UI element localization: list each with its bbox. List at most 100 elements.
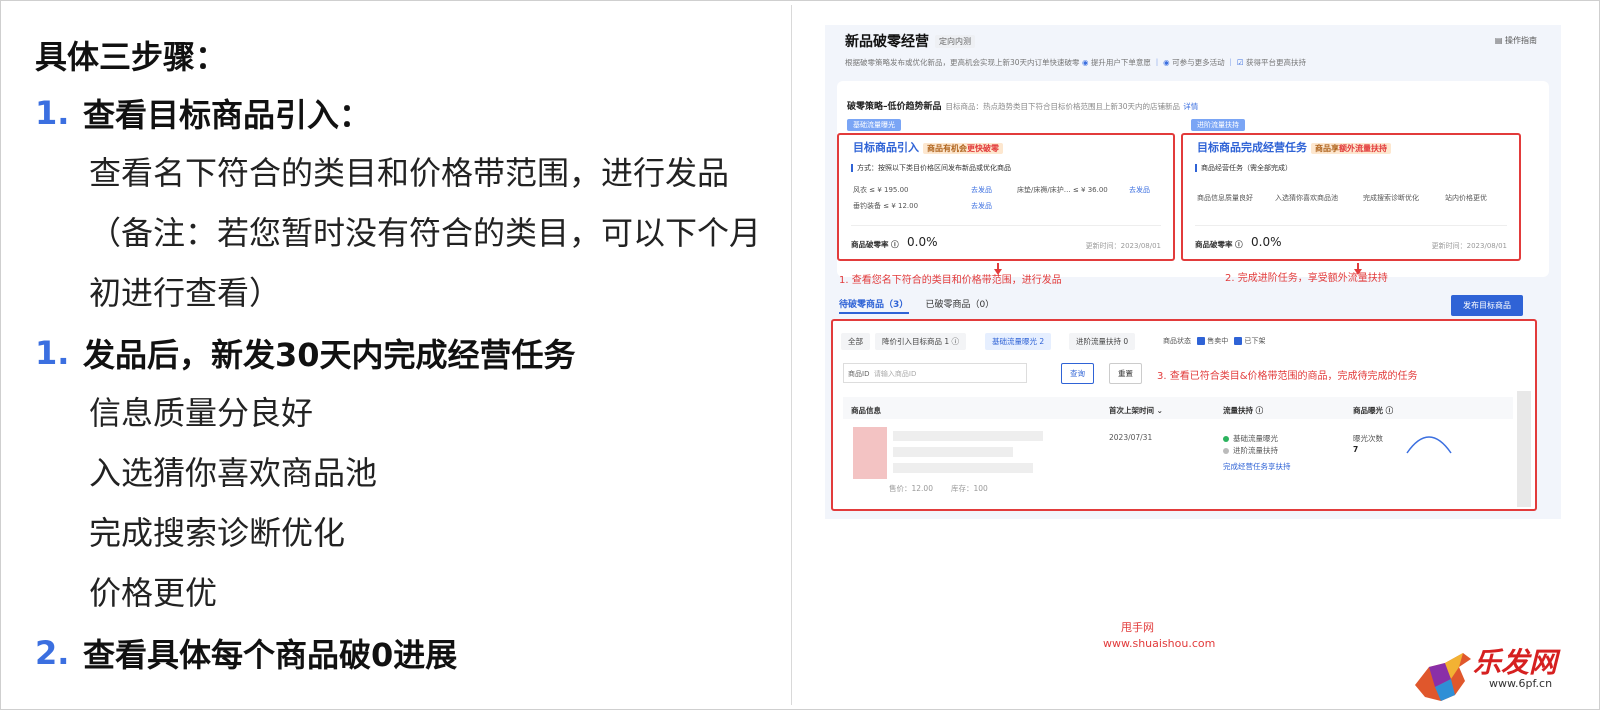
user-icon: ◉ bbox=[1081, 58, 1091, 67]
th-exposure: 商品曝光 ⓘ bbox=[1353, 406, 1394, 415]
chip-advanced-support[interactable]: 进阶流量扶持 0 bbox=[1069, 333, 1136, 350]
step-2-number: 1. bbox=[35, 334, 70, 372]
category-row: 床垫/床褥/床护… ≤ ¥ 36.00 bbox=[1017, 186, 1108, 194]
divider-line bbox=[851, 225, 1161, 226]
publish-target-button[interactable]: 发布目标商品 bbox=[1451, 295, 1523, 316]
doc-icon: ▤ bbox=[1494, 36, 1505, 45]
task-label: 入选猜你喜欢商品池 bbox=[1275, 194, 1338, 202]
listed-date: 2023/07/31 bbox=[1109, 433, 1153, 442]
exposure-value: 7 bbox=[1353, 445, 1359, 454]
active-tab-indicator bbox=[839, 312, 909, 314]
table-header-bg bbox=[843, 397, 1513, 419]
flow-advanced: 进阶流量扶持 bbox=[1223, 445, 1278, 456]
status-filter: 商品状态 售卖中 已下架 bbox=[1163, 337, 1266, 345]
target-product-title: 目标商品引入 商品有机会更快破零 bbox=[853, 139, 1003, 155]
checkbox-off-shelf[interactable] bbox=[1234, 337, 1243, 345]
rate-label: 商品破零率 ⓘ bbox=[851, 240, 899, 249]
check-icon: ｜ ☑ bbox=[1226, 58, 1246, 67]
method-line: 方式：按照以下类目价格区间发布新品或优化商品 bbox=[851, 163, 1011, 173]
pill-basic-exposure: 基础流量曝光 bbox=[847, 119, 901, 131]
steps-title: 具体三步骤： bbox=[35, 38, 228, 76]
exposure-sparkline bbox=[1406, 436, 1452, 454]
strategy-details-link[interactable]: 详情 bbox=[1183, 102, 1198, 111]
product-thumbnail bbox=[853, 427, 887, 479]
task-label: 商品信息质量良好 bbox=[1197, 194, 1253, 202]
step-2-title: 发品后，新发30天内完成经营任务 bbox=[83, 336, 576, 374]
task-label: 站内价格更优 bbox=[1445, 194, 1487, 202]
watermark-name: 甩手网 bbox=[1121, 621, 1154, 634]
blurred-text bbox=[893, 431, 1043, 441]
tab-pending[interactable]: 待破零商品（3） bbox=[839, 300, 908, 310]
category-row: 风衣 ≤ ¥ 195.00 bbox=[853, 186, 909, 194]
step-3-title: 查看具体每个商品破0进展 bbox=[83, 636, 458, 674]
th-product-info: 商品信息 bbox=[851, 406, 881, 415]
tasks-head: 商品经营任务（需全部完成） bbox=[1195, 163, 1292, 173]
tab-done[interactable]: 已破零商品（0） bbox=[925, 300, 994, 310]
th-traffic-support: 流量扶持 ⓘ bbox=[1223, 406, 1264, 415]
publish-link[interactable]: 去发品 bbox=[1129, 185, 1150, 195]
step-2-heading: 1. 发品后，新发30天内完成经营任务 bbox=[35, 323, 775, 383]
step-1-heading: 1. 查看目标商品引入： bbox=[35, 83, 775, 143]
site-logo: 乐发网 www.6pf.cn bbox=[1411, 641, 1600, 707]
slide: 具体三步骤： 1. 查看目标商品引入： 查看名下符合的类目和价格带范围，进行发品… bbox=[0, 0, 1600, 710]
product-stock: 库存：100 bbox=[951, 484, 988, 493]
guide-link[interactable]: ▤ 操作指南 bbox=[1495, 35, 1537, 46]
faster-badge: 商品有机会更快破零 bbox=[923, 143, 1003, 154]
logo-text: 乐发网 bbox=[1473, 646, 1558, 679]
reset-button[interactable]: 重置 bbox=[1109, 363, 1142, 384]
blurred-text bbox=[893, 447, 1013, 457]
step-1-number: 1. bbox=[35, 94, 70, 132]
chip-all[interactable]: 全部 bbox=[841, 333, 870, 350]
embedded-screenshot: 新品破零经营 定向内测 ▤ 操作指南 根据破零策略发布或优化新品，更高机会实现上… bbox=[825, 25, 1561, 519]
annotation-1: 1. 查看您名下符合的类目和价格带范围，进行发品 bbox=[839, 275, 1062, 286]
pill-advanced-support: 进阶流量扶持 bbox=[1191, 119, 1245, 131]
screenshot-title: 新品破零经营 bbox=[845, 34, 929, 50]
annotation-3: 3. 查看已符合类目&价格带范围的商品，完成待完成的任务 bbox=[1157, 371, 1418, 382]
publish-link[interactable]: 去发品 bbox=[971, 201, 992, 211]
strategy-header: 破零策略–低价趋势新品 目标商品：热点趋势类目下符合目标价格范围且上新30天内的店… bbox=[847, 102, 1199, 112]
category-row: 垂钓装备 ≤ ¥ 12.00 bbox=[853, 202, 919, 210]
task-item: 完成搜索诊断优化 bbox=[89, 514, 346, 552]
step-3-number: 2. bbox=[35, 634, 70, 672]
step-3-heading: 2. 查看具体每个商品破0进展 bbox=[35, 623, 775, 683]
query-button[interactable]: 查询 bbox=[1061, 363, 1094, 384]
product-id-input[interactable]: 商品ID 请输入商品ID bbox=[843, 363, 1027, 383]
task-item: 价格更优 bbox=[89, 574, 218, 612]
rate-value: 0.0% bbox=[1251, 235, 1282, 249]
task-item: 入选猜你喜欢商品池 bbox=[89, 454, 378, 492]
product-price: 售价：12.00 bbox=[889, 484, 933, 493]
strategy-card: 破零策略–低价趋势新品 目标商品：热点趋势类目下符合目标价格范围且上新30天内的店… bbox=[837, 81, 1549, 277]
rate-value: 0.0% bbox=[907, 235, 938, 249]
beta-tag: 定向内测 bbox=[935, 35, 975, 48]
target-product-box: 目标商品引入 商品有机会更快破零 方式：按照以下类目价格区间发布新品或优化商品 风… bbox=[837, 133, 1175, 261]
divider-line bbox=[1195, 225, 1507, 226]
update-time: 更新时间：2023/08/01 bbox=[1431, 242, 1507, 250]
annotation-2: 2. 完成进阶任务，享受额外流量扶持 bbox=[1225, 273, 1388, 284]
step-1-title: 查看目标商品引入： bbox=[83, 96, 372, 134]
complete-task-link[interactable]: 完成经营任务享扶持 bbox=[1223, 461, 1291, 472]
product-tabs: 待破零商品（3） 已破零商品（0） bbox=[839, 297, 994, 310]
rate-label: 商品破零率 ⓘ bbox=[1195, 240, 1243, 249]
blurred-text bbox=[893, 463, 1033, 473]
task-item: 信息质量分良好 bbox=[89, 394, 314, 432]
scrollbar[interactable] bbox=[1517, 391, 1531, 507]
bull-icon bbox=[1415, 653, 1471, 701]
checkbox-on-sale[interactable] bbox=[1197, 337, 1206, 345]
operation-task-title: 目标商品完成经营任务 商品享额外流量扶持 bbox=[1197, 139, 1391, 155]
traffic-badge: 商品享额外流量扶持 bbox=[1311, 143, 1391, 154]
step-1-paragraph: 查看名下符合的类目和价格带范围，进行发品（备注：若您暂时没有符合的类目，可以下个… bbox=[89, 154, 762, 312]
exposure-label: 曝光次数 bbox=[1353, 434, 1383, 443]
left-text-panel: 具体三步骤： 1. 查看目标商品引入： 查看名下符合的类目和价格带范围，进行发品… bbox=[35, 31, 775, 683]
logo-url: www.6pf.cn bbox=[1489, 677, 1553, 690]
th-first-listed[interactable]: 首次上架时间 ⌄ bbox=[1109, 405, 1163, 416]
watermark-url: www.shuaishou.com bbox=[1103, 637, 1216, 650]
chip-price-reduce[interactable]: 降价引入目标商品 1 ⓘ bbox=[875, 333, 967, 350]
operation-task-box: 目标商品完成经营任务 商品享额外流量扶持 商品经营任务（需全部完成） 商品信息质量… bbox=[1181, 133, 1521, 261]
publish-link[interactable]: 去发品 bbox=[971, 185, 992, 195]
task-label: 完成搜索诊断优化 bbox=[1363, 194, 1419, 202]
divider bbox=[791, 5, 792, 705]
pin-icon: ｜ ◉ bbox=[1153, 58, 1173, 67]
chip-basic-exposure[interactable]: 基础流量曝光 2 bbox=[985, 333, 1052, 350]
screenshot-description: 根据破零策略发布或优化新品，更高机会实现上新30天内订单快速破零 ◉ 提升用户下… bbox=[845, 58, 1306, 67]
update-time: 更新时间：2023/08/01 bbox=[1085, 242, 1161, 250]
